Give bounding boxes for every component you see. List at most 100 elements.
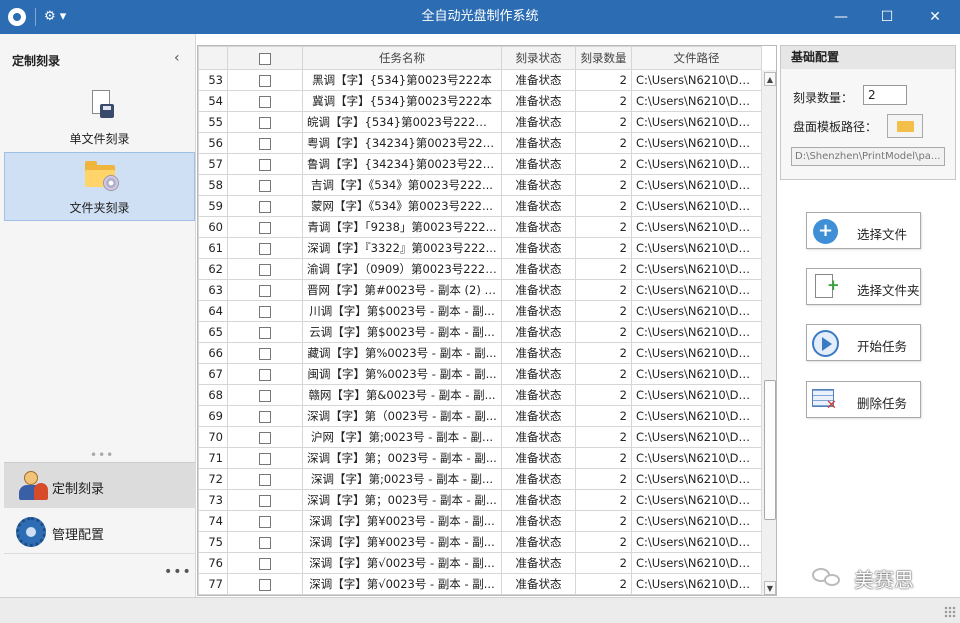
table-scrollbar[interactable]: ▲ ▼ — [761, 70, 776, 595]
row-select-cell[interactable] — [227, 279, 303, 301]
row-select-cell[interactable] — [227, 195, 303, 217]
row-select-cell[interactable] — [227, 216, 303, 238]
table-row[interactable]: 54 冀调【字】{534}第0023号222本 准备状态 2 C:\Users\N621… — [198, 90, 762, 112]
row-checkbox[interactable] — [259, 158, 271, 171]
row-select-cell[interactable] — [227, 69, 303, 91]
row-select-cell[interactable] — [227, 573, 303, 595]
section-custom-burn[interactable]: 定制刻录 — [4, 462, 196, 508]
table-row[interactable]: 57 鲁调【字】{34234}第0023号222本... 准备状态 2 C:\Users… — [198, 153, 762, 175]
row-select-cell[interactable] — [227, 321, 303, 343]
table-row[interactable]: 69 深调【字】第（0023号 - 副本 - 副... 准备状态 2 C:\Users\… — [198, 405, 762, 427]
section-management-config[interactable]: 管理配置 — [4, 509, 196, 555]
row-checkbox[interactable] — [259, 74, 271, 87]
row-checkbox[interactable] — [259, 95, 271, 108]
row-select-cell[interactable] — [227, 489, 303, 511]
table-row[interactable]: 63 晋网【字】第#0023号 - 副本 (2) - ... 准备状态 2 C:\Use… — [198, 279, 762, 301]
row-checkbox[interactable] — [259, 179, 271, 192]
row-checkbox[interactable] — [259, 578, 271, 591]
table-row[interactable]: 77 深调【字】第√0023号 - 副本 - 副... 准备状态 2 C:\Users\… — [198, 573, 762, 595]
row-select-cell[interactable] — [227, 531, 303, 553]
table-row[interactable]: 53 黑调【字】{534}第0023号222本 准备状态 2 C:\Users\N621… — [198, 69, 762, 91]
delete-task-button[interactable]: ✕ 删除任务 — [806, 381, 921, 418]
row-select-cell[interactable] — [227, 258, 303, 280]
row-select-cell[interactable] — [227, 174, 303, 196]
scroll-thumb[interactable] — [764, 380, 776, 520]
close-button[interactable]: ✕ — [912, 0, 958, 34]
scroll-up-arrow-icon[interactable]: ▲ — [764, 72, 776, 86]
select-folder-button[interactable]: + 选择文件夹 — [806, 268, 921, 305]
more-options-button[interactable]: ••• — [164, 564, 192, 580]
row-select-cell[interactable] — [227, 552, 303, 574]
table-row[interactable]: 76 深调【字】第√0023号 - 副本 - 副... 准备状态 2 C:\Users\… — [198, 552, 762, 574]
row-select-cell[interactable] — [227, 111, 303, 133]
row-checkbox[interactable] — [259, 116, 271, 129]
scroll-down-arrow-icon[interactable]: ▼ — [764, 581, 776, 595]
row-select-cell[interactable] — [227, 342, 303, 364]
table-row[interactable]: 60 青调【字】「9238」第0023号222... 准备状态 2 C:\Users\N… — [198, 216, 762, 238]
table-row[interactable]: 73 深调【字】第；0023号 - 副本 - 副... 准备状态 2 C:\Users\… — [198, 489, 762, 511]
row-select-cell[interactable] — [227, 90, 303, 112]
column-header-task-name[interactable]: 任务名称 — [302, 46, 502, 70]
browse-template-button[interactable] — [887, 114, 923, 138]
row-checkbox[interactable] — [259, 536, 271, 549]
table-row[interactable]: 68 赣网【字】第&0023号 - 副本 - 副... 准备状态 2 C:\Users\… — [198, 384, 762, 406]
row-checkbox[interactable] — [259, 431, 271, 444]
table-row[interactable]: 65 云调【字】第$0023号 - 副本 - 副... 准备状态 2 C:\Users\… — [198, 321, 762, 343]
row-checkbox[interactable] — [259, 368, 271, 381]
row-select-cell[interactable] — [227, 468, 303, 490]
row-select-cell[interactable] — [227, 510, 303, 532]
row-select-cell[interactable] — [227, 153, 303, 175]
table-row[interactable]: 55 皖调【字】{534}第0023号222本 - ... 准备状态 2 C:\User… — [198, 111, 762, 133]
maximize-button[interactable]: ☐ — [864, 0, 910, 34]
row-select-cell[interactable] — [227, 300, 303, 322]
table-row[interactable]: 58 吉调【字】《534》第0023号222... 准备状态 2 C:\Users\N6… — [198, 174, 762, 196]
row-select-cell[interactable] — [227, 384, 303, 406]
row-checkbox[interactable] — [259, 137, 271, 150]
template-path-field[interactable]: D:\Shenzhen\PrintModel\pa... — [791, 147, 945, 166]
row-checkbox[interactable] — [259, 410, 271, 423]
resize-grip-icon[interactable] — [944, 606, 956, 618]
minimize-button[interactable]: — — [818, 0, 864, 34]
row-checkbox[interactable] — [259, 473, 271, 486]
table-row[interactable]: 67 闽调【字】第%0023号 - 副本 - 副... 准备状态 2 C:\Users\… — [198, 363, 762, 385]
row-select-cell[interactable] — [227, 237, 303, 259]
table-row[interactable]: 62 渝调【字】（0909）第0023号222 ... 准备状态 2 C:\Users\… — [198, 258, 762, 280]
row-checkbox[interactable] — [259, 326, 271, 339]
table-row[interactable]: 66 藏调【字】第%0023号 - 副本 - 副... 准备状态 2 C:\Users\… — [198, 342, 762, 364]
row-checkbox[interactable] — [259, 452, 271, 465]
column-header-status[interactable]: 刻录状态 — [501, 46, 576, 70]
row-checkbox[interactable] — [259, 557, 271, 570]
row-checkbox[interactable] — [259, 347, 271, 360]
row-select-cell[interactable] — [227, 363, 303, 385]
table-row[interactable]: 56 粤调【字】{34234}第0023号222本... 准备状态 2 C:\Users… — [198, 132, 762, 154]
table-row[interactable]: 59 蒙网【字】《534》第0023号222... 准备状态 2 C:\Users\N6… — [198, 195, 762, 217]
table-row[interactable]: 64 川调【字】第$0023号 - 副本 - 副... 准备状态 2 C:\Users\… — [198, 300, 762, 322]
column-header-select-all[interactable] — [227, 46, 303, 70]
row-checkbox[interactable] — [259, 494, 271, 507]
table-row[interactable]: 72 深调【字】第;0023号 - 副本 - 副... 准备状态 2 C:\Users\… — [198, 468, 762, 490]
collapse-sidebar-button[interactable]: ‹ — [174, 50, 180, 66]
row-select-cell[interactable] — [227, 447, 303, 469]
column-header-quantity[interactable]: 刻录数量 — [575, 46, 632, 70]
row-select-cell[interactable] — [227, 426, 303, 448]
row-select-cell[interactable] — [227, 132, 303, 154]
quantity-input[interactable]: 2 — [863, 85, 907, 105]
column-header-file-path[interactable]: 文件路径 — [631, 46, 762, 70]
row-checkbox[interactable] — [259, 284, 271, 297]
select-all-checkbox[interactable] — [259, 52, 271, 65]
table-row[interactable]: 70 沪网【字】第;0023号 - 副本 - 副... 准备状态 2 C:\Users\… — [198, 426, 762, 448]
row-checkbox[interactable] — [259, 515, 271, 528]
nav-item-folder-burn[interactable]: 文件夹刻录 — [4, 152, 195, 221]
row-checkbox[interactable] — [259, 305, 271, 318]
table-row[interactable]: 61 深调【字】『3322』第0023号222... 准备状态 2 C:\Users\N… — [198, 237, 762, 259]
row-checkbox[interactable] — [259, 221, 271, 234]
table-row[interactable]: 71 深调【字】第；0023号 - 副本 - 副... 准备状态 2 C:\Users\… — [198, 447, 762, 469]
select-file-button[interactable]: + 选择文件 — [806, 212, 921, 249]
row-select-cell[interactable] — [227, 405, 303, 427]
start-task-button[interactable]: 开始任务 — [806, 324, 921, 361]
row-checkbox[interactable] — [259, 242, 271, 255]
row-checkbox[interactable] — [259, 389, 271, 402]
table-row[interactable]: 74 深调【字】第¥0023号 - 副本 - 副... 准备状态 2 C:\Users\… — [198, 510, 762, 532]
table-row[interactable]: 75 深调【字】第¥0023号 - 副本 - 副... 准备状态 2 C:\Users\… — [198, 531, 762, 553]
nav-item-single-file-burn[interactable]: 单文件刻录 — [4, 84, 195, 153]
